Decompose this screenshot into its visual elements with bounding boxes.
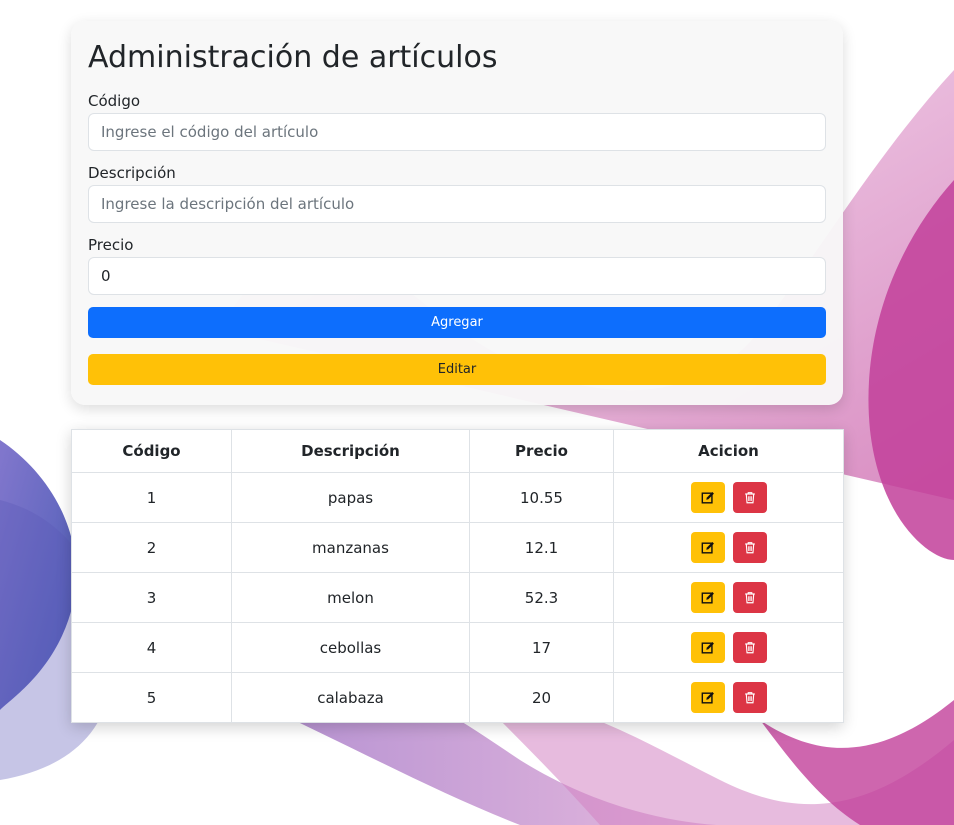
descripcion-input[interactable]	[88, 185, 826, 223]
trash-icon	[743, 540, 757, 555]
cell-actions	[613, 572, 844, 623]
edit-row-button[interactable]	[690, 482, 725, 513]
table-header-row: Código Descripción Precio Acicion	[71, 429, 844, 473]
cell-descripcion: papas	[231, 472, 470, 523]
header-accion: Acicion	[613, 429, 844, 473]
page-title: Administración de artículos	[88, 40, 498, 75]
delete-row-button[interactable]	[732, 582, 767, 613]
cell-actions	[613, 522, 844, 573]
codigo-input[interactable]	[88, 113, 826, 151]
table-row: 5 calabaza 20	[71, 672, 844, 723]
cell-precio: 20	[469, 672, 614, 723]
cell-codigo: 2	[71, 522, 232, 573]
cell-codigo: 3	[71, 572, 232, 623]
cell-precio: 52.3	[469, 572, 614, 623]
cell-actions	[613, 472, 844, 523]
cell-descripcion: cebollas	[231, 622, 470, 673]
header-descripcion: Descripción	[231, 429, 470, 473]
edit-icon	[701, 491, 715, 505]
edit-icon	[701, 541, 715, 555]
articles-table: Código Descripción Precio Acicion 1 papas…	[71, 429, 844, 723]
trash-icon	[743, 640, 757, 655]
edit-icon	[701, 691, 715, 705]
delete-row-button[interactable]	[732, 532, 767, 563]
edit-row-button[interactable]	[690, 682, 725, 713]
trash-icon	[743, 490, 757, 505]
table-row: 4 cebollas 17	[71, 622, 844, 673]
editar-button[interactable]: Editar	[88, 354, 826, 385]
header-codigo: Código	[71, 429, 232, 473]
cell-codigo: 4	[71, 622, 232, 673]
cell-codigo: 5	[71, 672, 232, 723]
trash-icon	[743, 590, 757, 605]
codigo-label: Código	[88, 92, 141, 110]
cell-precio: 12.1	[469, 522, 614, 573]
cell-descripcion: melon	[231, 572, 470, 623]
table-row: 1 papas 10.55	[71, 472, 844, 523]
cell-descripcion: calabaza	[231, 672, 470, 723]
table-row: 3 melon 52.3	[71, 572, 844, 623]
cell-actions	[613, 672, 844, 723]
precio-label: Precio	[88, 236, 134, 254]
delete-row-button[interactable]	[732, 682, 767, 713]
cell-descripcion: manzanas	[231, 522, 470, 573]
delete-row-button[interactable]	[732, 482, 767, 513]
edit-row-button[interactable]	[690, 532, 725, 563]
cell-precio: 10.55	[469, 472, 614, 523]
cell-precio: 17	[469, 622, 614, 673]
agregar-button[interactable]: Agregar	[88, 307, 826, 338]
edit-row-button[interactable]	[690, 582, 725, 613]
trash-icon	[743, 690, 757, 705]
edit-icon	[701, 591, 715, 605]
delete-row-button[interactable]	[732, 632, 767, 663]
table-row: 2 manzanas 12.1	[71, 522, 844, 573]
cell-codigo: 1	[71, 472, 232, 523]
edit-row-button[interactable]	[690, 632, 725, 663]
descripcion-label: Descripción	[88, 164, 176, 182]
cell-actions	[613, 622, 844, 673]
header-precio: Precio	[469, 429, 614, 473]
edit-icon	[701, 641, 715, 655]
precio-input[interactable]	[88, 257, 826, 295]
articles-form-card: Administración de artículos Código Descr…	[71, 21, 843, 405]
